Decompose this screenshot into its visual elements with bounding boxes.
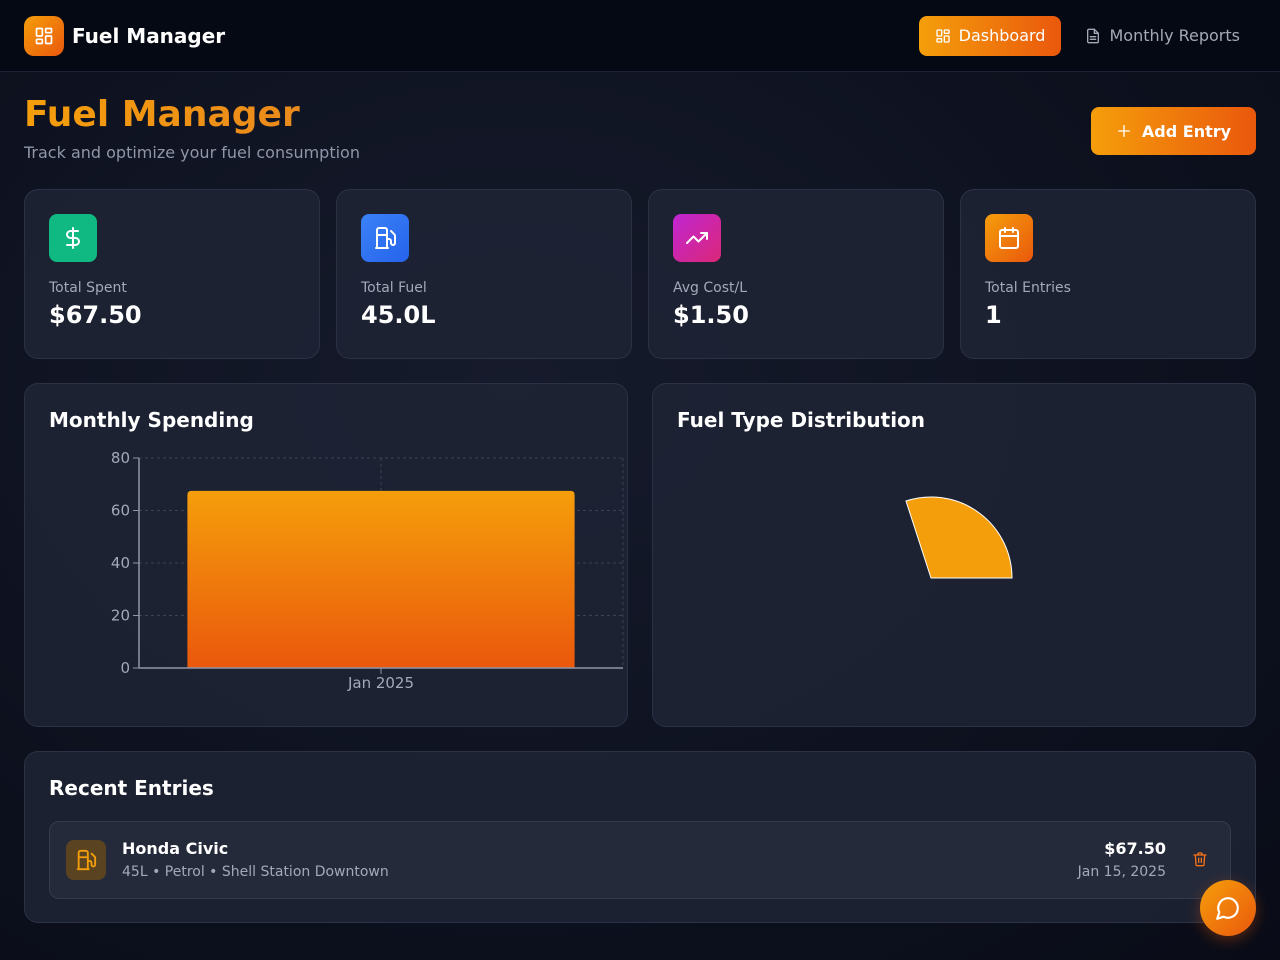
bar bbox=[187, 490, 575, 668]
top-nav: Fuel Manager Dashboard Monthly Reports bbox=[0, 0, 1280, 72]
dollar-icon bbox=[49, 214, 97, 262]
pie-slice bbox=[905, 496, 1013, 579]
fuel-distribution-title: Fuel Type Distribution bbox=[677, 408, 926, 432]
stat-value: 1 bbox=[985, 301, 1002, 329]
nav-dashboard-button[interactable]: Dashboard bbox=[918, 15, 1062, 56]
chat-button[interactable] bbox=[1200, 880, 1256, 936]
y-tick-label: 40 bbox=[111, 554, 130, 572]
page-title: Fuel Manager bbox=[24, 94, 300, 135]
stat-value: $67.50 bbox=[49, 301, 142, 329]
stat-card-total-entries: Total Entries 1 bbox=[960, 189, 1256, 359]
nav-dashboard-label: Dashboard bbox=[958, 26, 1046, 45]
monthly-spending-chart: 0 20 40 60 80 Jan 2025 bbox=[111, 450, 624, 692]
add-entry-button[interactable]: Add Entry bbox=[1091, 107, 1256, 155]
recent-entries-title: Recent Entries bbox=[49, 776, 214, 800]
y-tick-label: 20 bbox=[111, 607, 130, 625]
entry-details: 45L • Petrol • Shell Station Downtown bbox=[122, 864, 389, 880]
stat-label: Total Fuel bbox=[361, 280, 427, 296]
dashboard-icon bbox=[935, 28, 950, 43]
trending-up-icon bbox=[673, 214, 721, 262]
fuel-pump-icon bbox=[361, 214, 409, 262]
stat-label: Total Spent bbox=[49, 280, 127, 296]
stat-label: Total Entries bbox=[985, 280, 1071, 296]
entry-amount: $67.50 bbox=[1104, 839, 1166, 858]
app-logo-icon[interactable] bbox=[24, 15, 64, 56]
stat-card-avg-cost: Avg Cost/L $1.50 bbox=[648, 189, 944, 359]
entry-vehicle-name: Honda Civic bbox=[122, 839, 229, 858]
stat-value: $1.50 bbox=[673, 301, 749, 329]
document-icon bbox=[1087, 28, 1100, 43]
monthly-spending-card: Monthly Spending 0 20 40 60 80 Jan 2025 bbox=[24, 383, 628, 727]
nav-reports-button[interactable]: Monthly Reports bbox=[1069, 16, 1256, 56]
stat-card-total-fuel: Total Fuel 45.0L bbox=[336, 189, 632, 359]
trash-icon[interactable] bbox=[1192, 851, 1208, 871]
nav-reports-label: Monthly Reports bbox=[1109, 26, 1240, 45]
fuel-distribution-card: Fuel Type Distribution bbox=[652, 383, 1256, 727]
monthly-spending-title: Monthly Spending bbox=[49, 408, 254, 432]
stat-card-total-spent: Total Spent $67.50 bbox=[24, 189, 320, 359]
list-item[interactable]: Honda Civic 45L • Petrol • Shell Station… bbox=[49, 821, 1231, 899]
y-tick-label: 80 bbox=[111, 450, 130, 467]
chat-icon bbox=[1216, 897, 1239, 920]
x-tick-label: Jan 2025 bbox=[347, 674, 414, 692]
recent-entries-card: Recent Entries Honda Civic 45L • Petrol … bbox=[24, 751, 1256, 923]
calendar-icon bbox=[985, 214, 1033, 262]
entry-date: Jan 15, 2025 bbox=[1077, 864, 1166, 880]
stat-value: 45.0L bbox=[361, 301, 436, 329]
y-tick-label: 60 bbox=[111, 502, 130, 520]
add-entry-label: Add Entry bbox=[1141, 121, 1232, 141]
fuel-pump-icon bbox=[66, 840, 106, 880]
brand-name: Fuel Manager bbox=[72, 23, 226, 48]
page-subtitle: Track and optimize your fuel consumption bbox=[24, 143, 360, 162]
y-tick-label: 0 bbox=[120, 659, 130, 677]
stat-label: Avg Cost/L bbox=[673, 280, 748, 296]
plus-icon bbox=[1117, 125, 1130, 137]
fuel-distribution-chart bbox=[905, 496, 1013, 579]
